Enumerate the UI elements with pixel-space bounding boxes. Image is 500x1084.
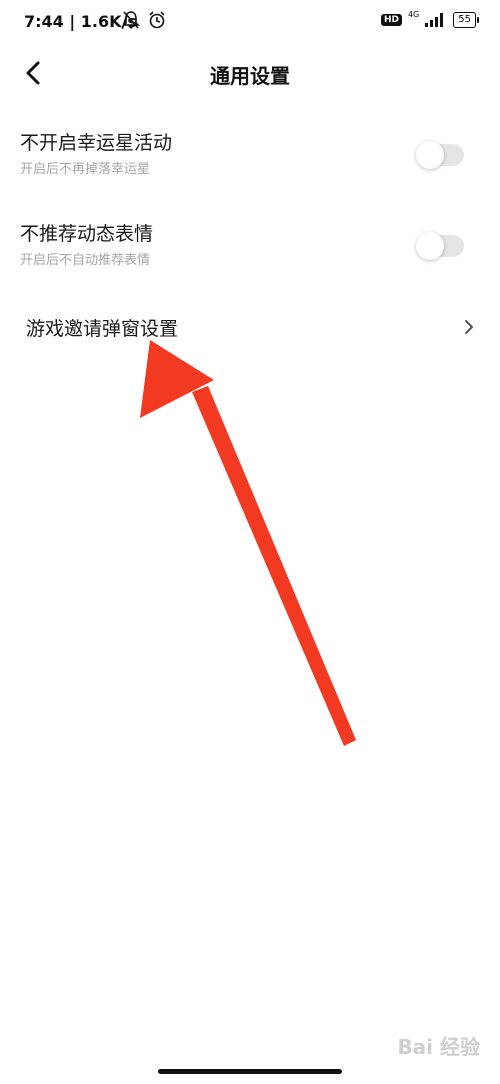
chevron-right-icon — [465, 320, 473, 334]
game-invite-popup-settings[interactable]: 游戏邀请弹窗设置 — [0, 300, 500, 356]
page-title: 通用设置 — [210, 64, 290, 88]
setting-row-sticker-recommend: 不推荐动态表情 开启后不自动推荐表情 — [0, 211, 500, 281]
status-time: 7:44 | 1.6K/s — [24, 12, 137, 31]
toggle-knob — [416, 232, 444, 260]
arrow-shaft — [192, 386, 356, 746]
hd-badge: HD — [380, 14, 402, 26]
signal-icon — [425, 13, 444, 27]
watermark: Bai 经验 — [397, 1035, 480, 1059]
app-header: 通用设置 — [0, 44, 500, 104]
home-indicator[interactable] — [158, 1069, 342, 1074]
battery-indicator: 55 — [453, 12, 479, 28]
network-type: 4G — [407, 9, 420, 19]
sticker-recommend-toggle[interactable] — [416, 232, 464, 260]
setting-label: 不开启幸运星活动 — [20, 132, 173, 154]
status-bar: 7:44 | 1.6K/s HD 4G 55 — [0, 0, 500, 44]
setting-label: 不推荐动态表情 — [20, 223, 154, 245]
alarm-clock-icon — [149, 11, 165, 29]
setting-description: 开启后不再掉落幸运星 — [20, 162, 151, 177]
nav-item-label: 游戏邀请弹窗设置 — [26, 318, 179, 340]
status-icons — [122, 10, 166, 30]
status-right: HD 4G 55 — [380, 9, 479, 28]
toggle-knob — [416, 141, 444, 169]
lucky-star-toggle[interactable] — [416, 141, 464, 169]
setting-row-lucky-star: 不开启幸运星活动 开启后不再掉落幸运星 — [0, 120, 500, 190]
muted-bell-icon — [122, 11, 140, 29]
setting-description: 开启后不自动推荐表情 — [20, 253, 151, 268]
